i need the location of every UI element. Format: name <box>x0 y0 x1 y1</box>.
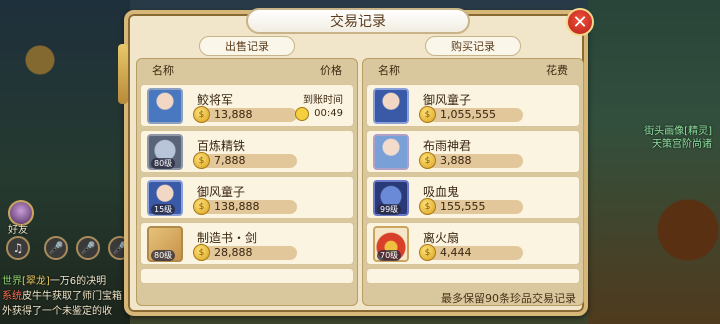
tassel-decoration <box>118 44 128 104</box>
level-badge: 80级 <box>151 250 176 261</box>
sell-record-row[interactable]: 80级 制造书・剑 $ 28,888 <box>140 222 354 265</box>
gold-coin-icon: $ <box>193 198 210 215</box>
item-price: 3,888 <box>440 154 472 167</box>
buy-record-row[interactable]: 70级 离火扇 $ 4,444 <box>366 222 580 265</box>
sell-record-list[interactable]: 名称 价格 鲛将军 $ 13,888 到账时间 00:49 80级 百炼精铁 $… <box>136 58 358 306</box>
gold-coin-icon: $ <box>419 106 436 123</box>
close-icon: ✕ <box>572 11 588 33</box>
voice-button-world[interactable]: 🎤 <box>44 236 68 260</box>
chat-channel-tag: 系统 <box>2 291 22 302</box>
level-badge: 70级 <box>377 250 402 261</box>
item-price: 138,888 <box>214 200 260 213</box>
col-header-name: 名称 <box>378 64 400 77</box>
clock-icon <box>295 107 309 121</box>
sell-record-row-partial[interactable] <box>140 268 354 284</box>
buy-record-column: 购买记录 名称 花费 御风童子 $ 1,055,555 布雨神君 $ 3,888 <box>362 36 584 306</box>
tab-sell-records: 出售记录 <box>199 36 295 56</box>
portrait-icon <box>147 88 183 124</box>
col-header-price: 价格 <box>320 64 342 77</box>
friend-label: 好友 <box>8 225 28 236</box>
gold-coin-icon: $ <box>419 198 436 215</box>
level-badge: 99级 <box>377 204 402 215</box>
gold-coin-icon: $ <box>193 244 210 261</box>
chat-line[interactable]: 世界[翠龙]一万6的决明 <box>2 272 130 287</box>
item-price: 1,055,555 <box>440 108 496 121</box>
tab-buy-records: 购买记录 <box>425 36 521 56</box>
arrive-time-value: 00:49 <box>314 108 343 119</box>
item-price: 4,444 <box>440 246 472 259</box>
buy-record-row[interactable]: 布雨神君 $ 3,888 <box>366 130 580 173</box>
sell-record-row[interactable]: 鲛将军 $ 13,888 到账时间 00:49 <box>140 84 354 127</box>
chat-channel-tag: 世界 <box>2 276 22 287</box>
dialog-title-plate: 交易记录 <box>246 8 470 34</box>
col-header-cost: 花费 <box>546 64 568 77</box>
chat-text: 一万6的决明 <box>49 276 107 287</box>
item-price: 7,888 <box>214 154 246 167</box>
item-price: 28,888 <box>214 246 253 259</box>
buy-record-row[interactable]: 99级 吸血鬼 $ 155,555 <box>366 176 580 219</box>
chat-text: 皮牛牛获取了师门宝箱 <box>22 291 122 302</box>
level-badge: 80级 <box>151 158 176 169</box>
sell-record-column: 出售记录 名称 价格 鲛将军 $ 13,888 到账时间 00:49 80级 百… <box>136 36 358 306</box>
chat-line[interactable]: 外获得了一个未鉴定的收 <box>2 302 130 317</box>
sell-record-row[interactable]: 15级 御风童子 $ 138,888 <box>140 176 354 219</box>
buy-record-list[interactable]: 名称 花费 御风童子 $ 1,055,555 布雨神君 $ 3,888 99级 <box>362 58 584 306</box>
item-name: 制造书・剑 <box>197 231 258 245</box>
chat-line[interactable]: 系统皮牛牛获取了师门宝箱 <box>2 287 130 302</box>
close-button[interactable]: ✕ <box>566 8 594 36</box>
buy-record-row[interactable]: 御风童子 $ 1,055,555 <box>366 84 580 127</box>
sell-record-row[interactable]: 80级 百炼精铁 $ 7,888 <box>140 130 354 173</box>
gold-coin-icon: $ <box>193 152 210 169</box>
trade-record-dialog: 交易记录 ✕ 出售记录 名称 价格 鲛将军 $ 13,888 到账时间 00:4… <box>118 8 594 316</box>
sell-list-header: 名称 价格 <box>140 59 354 81</box>
npc-title-label: 天策宫阶尚诸 <box>652 139 712 150</box>
item-price: 13,888 <box>214 108 253 121</box>
item-price: 155,555 <box>440 200 486 213</box>
chat-text: 外获得了一个未鉴定的收 <box>2 306 112 317</box>
level-badge: 15级 <box>151 204 176 215</box>
gold-coin-icon: $ <box>419 152 436 169</box>
gold-coin-icon: $ <box>193 106 210 123</box>
buy-list-header: 名称 花费 <box>366 59 580 81</box>
gold-coin-icon: $ <box>419 244 436 261</box>
voice-button-team[interactable]: 🎤 <box>76 236 100 260</box>
buy-record-row-partial[interactable] <box>366 268 580 284</box>
portrait-icon <box>373 134 409 170</box>
arrive-time-label: 到账时间 <box>303 95 343 106</box>
portrait-icon <box>373 88 409 124</box>
chat-channel-button[interactable]: ♫ <box>6 236 30 260</box>
col-header-name: 名称 <box>152 64 174 77</box>
dialog-title: 交易记录 <box>330 14 386 30</box>
footer-note: 最多保留90条珍品交易记录 <box>441 292 576 305</box>
chat-sender: [翠龙] <box>22 276 50 287</box>
